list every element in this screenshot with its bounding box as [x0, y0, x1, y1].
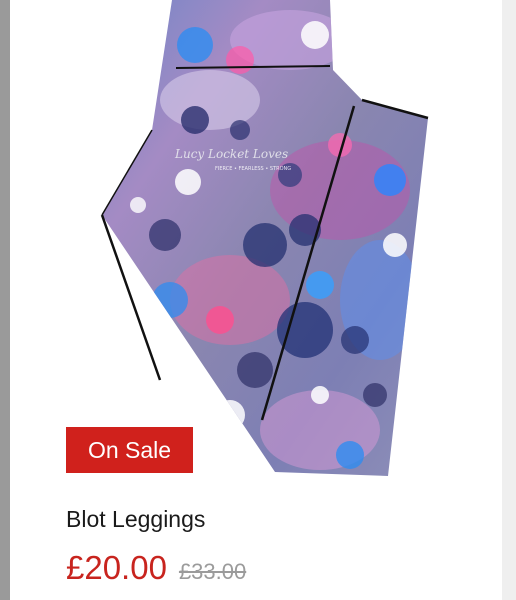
page-edge-right: [502, 0, 516, 600]
sale-price: £20.00: [66, 549, 167, 586]
page-edge-left: [0, 0, 10, 600]
original-price: £33.00: [178, 559, 247, 584]
brand-print: Lucy Locket Loves: [174, 147, 288, 161]
product-title[interactable]: Blot Leggings: [66, 506, 205, 533]
sale-badge: On Sale: [66, 427, 193, 473]
brand-tagline: FIERCE • FEARLESS • STRONG: [215, 166, 291, 172]
product-card[interactable]: Lucy Locket Loves FIERCE • FEARLESS • ST…: [10, 0, 502, 600]
product-image[interactable]: Lucy Locket Loves FIERCE • FEARLESS • ST…: [90, 0, 450, 478]
price-row: £20.00 £33.00: [66, 549, 246, 589]
